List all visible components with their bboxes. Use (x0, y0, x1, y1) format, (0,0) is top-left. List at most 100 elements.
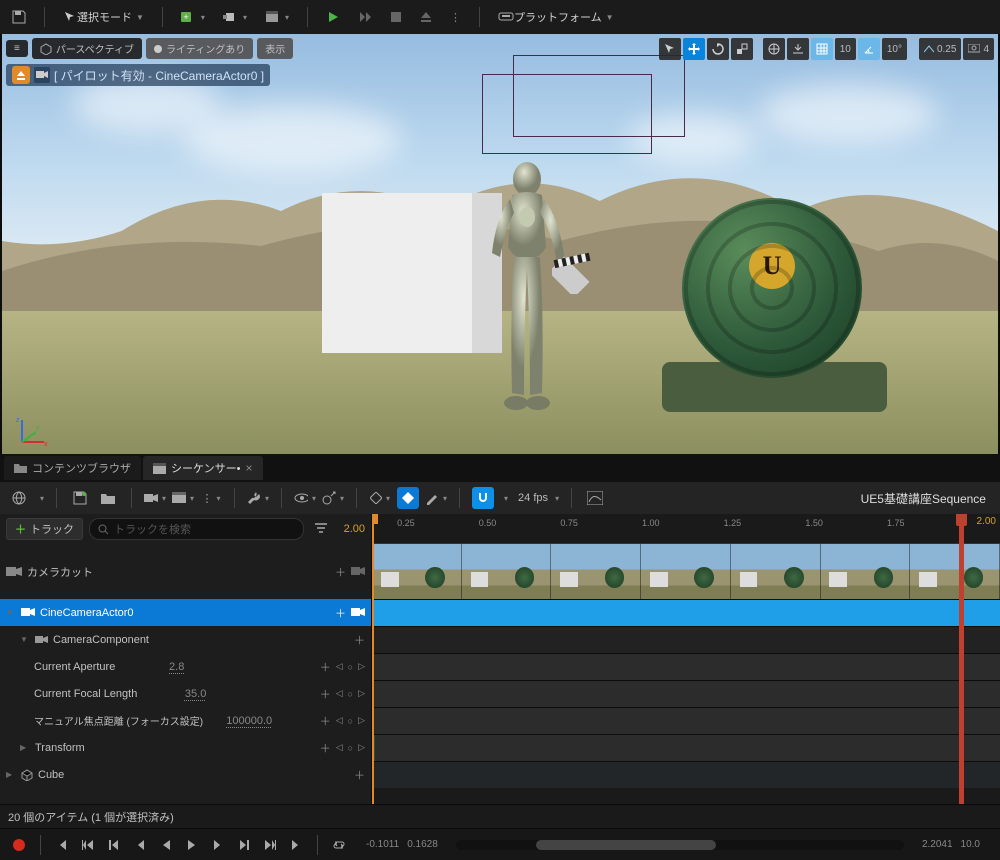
add-key-icon[interactable]: ○ (348, 662, 353, 672)
render-button[interactable]: ▾ (172, 487, 194, 509)
track-manual-focus[interactable]: マニュアル焦点距離 (フォーカス設定) 100000.0 ＋◁○▷ (0, 707, 371, 734)
track-aperture[interactable]: Current Aperture 2.8 ＋◁○▷ (0, 653, 371, 680)
play-reverse-button[interactable] (155, 834, 177, 856)
lane-focal[interactable] (372, 680, 1000, 707)
time-r1[interactable]: 2.2041 (922, 839, 953, 850)
world-button[interactable] (8, 487, 30, 509)
save-button[interactable] (6, 5, 32, 29)
prev-key-button[interactable] (129, 834, 151, 856)
playhead[interactable] (372, 514, 374, 804)
sequencer-timeline[interactable]: 0.25 0.50 0.75 1.00 1.25 1.50 1.75 2.00 (372, 514, 1000, 804)
search-input[interactable]: トラックを検索 (89, 518, 304, 540)
track-cinecamera[interactable]: ▼ CineCameraActor0 ＋ (0, 599, 371, 626)
viewport[interactable]: U zxy ≡ パースペクティブ (0, 34, 1000, 454)
step-forward-button[interactable] (233, 834, 255, 856)
loop-button[interactable] (328, 834, 350, 856)
filter-button[interactable] (310, 518, 332, 540)
lane-cinecamera[interactable] (372, 599, 1000, 626)
track-camera-component[interactable]: ▼ CameraComponent ＋ (0, 626, 371, 653)
next-key-icon[interactable]: ▷ (358, 661, 365, 672)
angle-snap-value[interactable]: 10° (882, 38, 907, 60)
eject-button[interactable] (414, 5, 438, 29)
skip-button[interactable] (352, 5, 378, 29)
tab-sequencer[interactable]: シーケンサー• × (143, 456, 263, 480)
range-scrollbar[interactable] (456, 840, 904, 850)
track-transform[interactable]: ▶ Transform ＋◁○▷ (0, 734, 371, 761)
pilot-camera-icon[interactable] (351, 607, 365, 618)
auto-key-button[interactable] (397, 487, 419, 509)
close-icon[interactable]: × (246, 461, 253, 475)
select-tool-icon[interactable] (659, 38, 681, 60)
time-mid[interactable]: 0.1628 (407, 839, 438, 850)
surface-snap-icon[interactable] (787, 38, 809, 60)
snap-button[interactable] (472, 487, 494, 509)
stop-button[interactable] (384, 5, 408, 29)
angle-snap-icon[interactable] (858, 38, 880, 60)
add-content-button[interactable]: + ▾ (175, 5, 211, 29)
set-end-button[interactable] (285, 834, 307, 856)
end-marker[interactable] (959, 514, 964, 804)
next-key-button[interactable] (207, 834, 229, 856)
pilot-eject-icon[interactable] (12, 66, 30, 84)
track-focal-length[interactable]: Current Focal Length 35.0 ＋◁○▷ (0, 680, 371, 707)
plus-icon[interactable]: ＋ (335, 564, 346, 580)
tab-content-browser[interactable]: コンテンツブラウザ (4, 456, 141, 480)
browse-button[interactable] (97, 487, 119, 509)
plus-icon[interactable]: ＋ (320, 659, 331, 675)
set-start-button[interactable] (51, 834, 73, 856)
platform-dropdown[interactable]: プラットフォーム ▼ (492, 5, 620, 29)
actions-button[interactable]: ⋮▾ (200, 487, 222, 509)
to-end-button[interactable] (259, 834, 281, 856)
plus-icon[interactable]: ＋ (354, 632, 365, 648)
step-back-button[interactable] (103, 834, 125, 856)
wrench-button[interactable]: ▾ (247, 487, 269, 509)
curve-editor-button[interactable] (584, 487, 606, 509)
pilot-status-bar[interactable]: [ パイロット有効 - CineCameraActor0 ] (6, 64, 270, 86)
add-track-button[interactable]: ＋トラック (6, 518, 83, 540)
lane-manual-focus[interactable] (372, 707, 1000, 734)
start-time[interactable]: 2.00 (344, 523, 365, 535)
plus-icon[interactable]: ＋ (335, 605, 346, 621)
lane-camera-component[interactable] (372, 626, 1000, 653)
lane-cube[interactable] (372, 761, 1000, 788)
cinematics-button[interactable]: ▾ (259, 5, 295, 29)
pilot-camera-icon[interactable] (34, 67, 50, 83)
camera-speed[interactable]: 0.25 (919, 38, 961, 60)
grid-snap-icon[interactable] (811, 38, 833, 60)
time-left[interactable]: -0.1011 (366, 839, 399, 850)
time-r2[interactable]: 10.0 (961, 839, 980, 850)
timeline-ruler[interactable]: 0.25 0.50 0.75 1.00 1.25 1.50 1.75 2.00 (372, 514, 1000, 544)
prev-key-icon[interactable]: ◁ (336, 661, 343, 672)
lock-camera-icon[interactable] (351, 566, 365, 577)
rotate-tool-icon[interactable] (707, 38, 729, 60)
to-start-button[interactable] (77, 834, 99, 856)
grid-snap-value[interactable]: 10 (835, 38, 856, 60)
save-sequence-button[interactable] (69, 487, 91, 509)
create-camera-button[interactable]: ▾ (144, 487, 166, 509)
lighting-dropdown[interactable]: ライティングあり (146, 38, 253, 59)
perspective-dropdown[interactable]: パースペクティブ (32, 38, 142, 59)
lane-transform[interactable] (372, 734, 1000, 761)
record-button[interactable] (8, 834, 30, 856)
play-forward-button[interactable] (181, 834, 203, 856)
translate-tool-icon[interactable] (683, 38, 705, 60)
coord-space-icon[interactable] (763, 38, 785, 60)
viewport-menu-button[interactable]: ≡ (6, 40, 28, 57)
play-button[interactable] (320, 5, 346, 29)
track-camera-cuts[interactable]: カメラカット ＋ (0, 544, 371, 599)
play-options-button[interactable]: ⋮ (444, 5, 467, 29)
playback-options-button[interactable]: ▾ (322, 487, 344, 509)
show-dropdown[interactable]: 表示 (257, 38, 293, 59)
edit-tool-button[interactable]: ▾ (425, 487, 447, 509)
scale-tool-icon[interactable] (731, 38, 753, 60)
view-options-button[interactable]: ▾ (294, 487, 316, 509)
select-mode-dropdown[interactable]: 選択モード ▼ (57, 5, 150, 29)
end-time[interactable]: 2.00 (977, 516, 996, 527)
fps-dropdown[interactable]: 24 fps ▾ (518, 492, 559, 504)
marketplace-button[interactable]: ▾ (217, 5, 253, 29)
camera-cut-thumbnails[interactable] (372, 544, 1000, 599)
key-interp-button[interactable]: ▾ (369, 487, 391, 509)
track-cube[interactable]: ▶ Cube ＋ (0, 761, 371, 788)
lane-aperture[interactable] (372, 653, 1000, 680)
viewport-layout-button[interactable]: 4 (963, 38, 994, 60)
